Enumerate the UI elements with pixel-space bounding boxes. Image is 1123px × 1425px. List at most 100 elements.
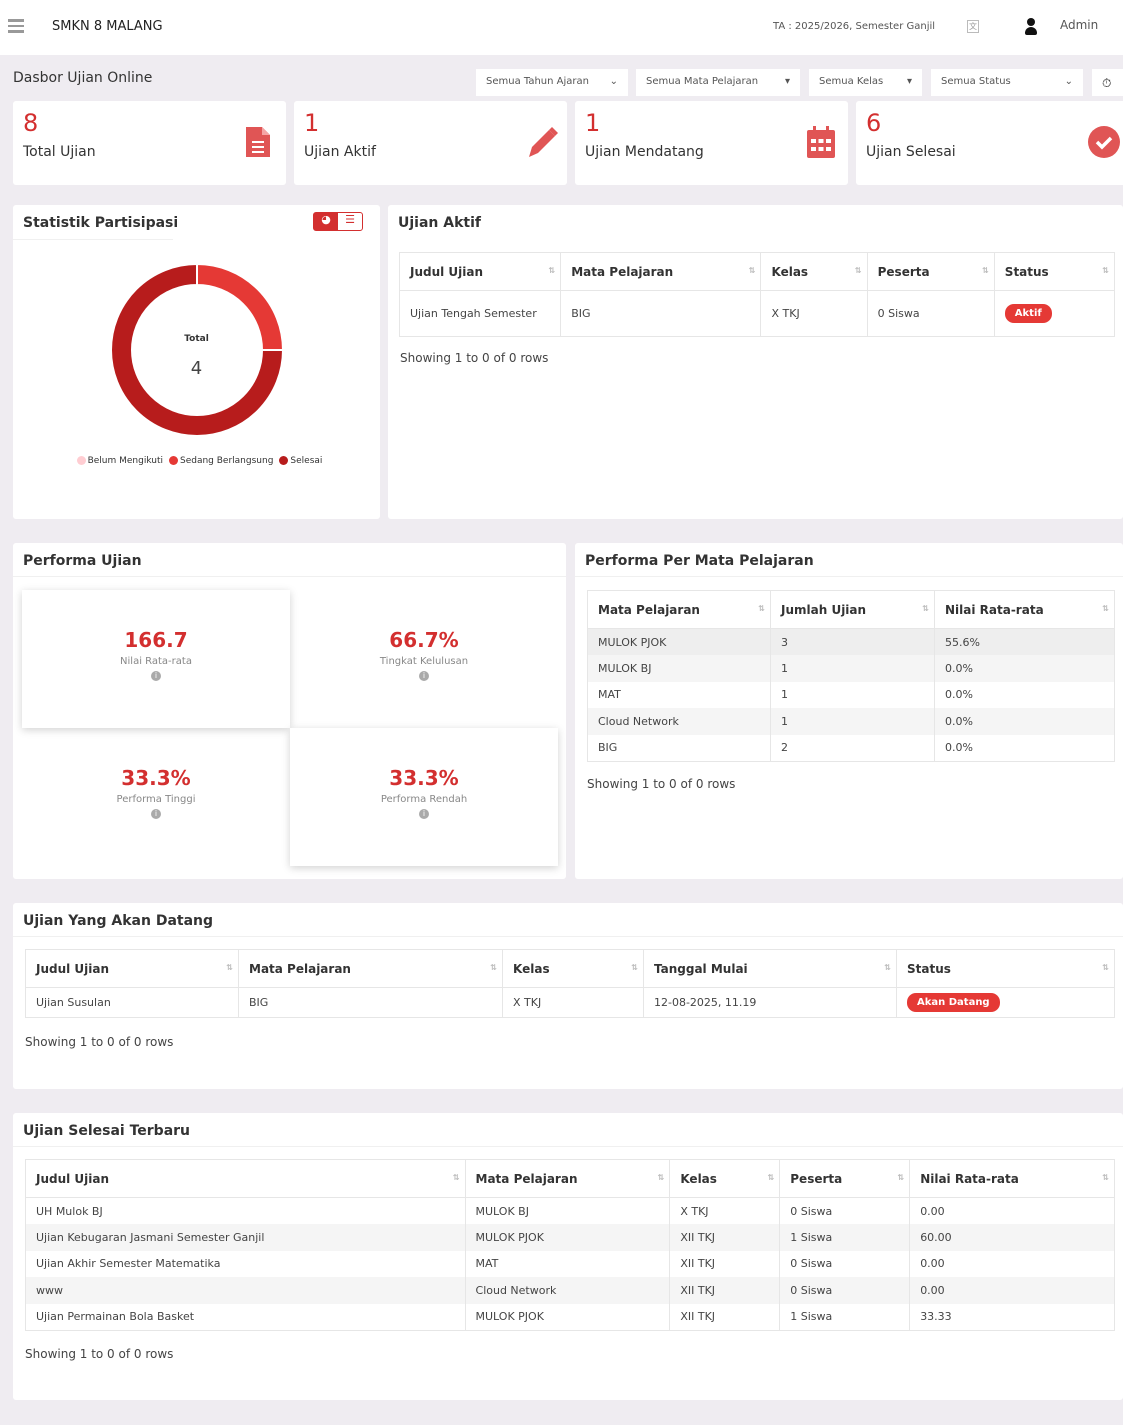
filter-status[interactable]: Semua Status ⌄ [931, 69, 1083, 96]
legend-swatch [76, 456, 86, 465]
participation-card: Statistik Partisipasi ◕ ☰ Total 4 Belum … [13, 205, 380, 519]
column-header[interactable]: Mata Pelajaran [560, 252, 762, 291]
legend-item[interactable]: Selesai [273, 456, 322, 466]
top-navbar: SMKN 8 MALANG TA : 2025/2026, Semester G… [0, 0, 1123, 55]
column-header[interactable]: Mata Pelajaran [587, 590, 771, 629]
column-header[interactable]: Status [896, 949, 1115, 988]
card-title: Performa Per Mata Pelajaran [585, 553, 814, 569]
column-header[interactable]: Kelas [760, 252, 868, 291]
pagination-info: Showing 1 to 0 of 0 rows [25, 1347, 174, 1361]
bar-chart-button[interactable]: ☰ [338, 213, 362, 230]
divider [13, 239, 173, 240]
stat-card-ujian-mendatang: 1 Ujian Mendatang [575, 101, 848, 185]
filter-mata-pelajaran[interactable]: Semua Mata Pelajaran ▾ [636, 69, 800, 96]
table-row: BIG 2 0.0% [587, 734, 1115, 761]
column-header[interactable]: Judul Ujian [25, 949, 239, 988]
timer-button[interactable]: ⏱ [1092, 69, 1123, 96]
table-cell: MAT [587, 681, 771, 708]
column-header[interactable]: Nilai Rata-rata [934, 590, 1115, 629]
card-title: Ujian Yang Akan Datang [23, 913, 214, 929]
caret-down-icon: ▾ [906, 76, 912, 87]
legend-label: Sedang Berlangsung [180, 456, 274, 466]
table-header-row: Judul UjianMata PelajaranKelasPesertaSta… [399, 252, 1116, 291]
performance-metric: 33.3% Performa Tinggi i [22, 728, 290, 866]
donut-center-label: Total [184, 334, 209, 344]
table-cell: Ujian Kebugaran Jasmani Semester Ganjil [25, 1224, 466, 1251]
user-icon[interactable] [1025, 18, 1037, 36]
translate-icon[interactable]: 文 [967, 20, 979, 33]
active-exams-card: Ujian Aktif Judul UjianMata PelajaranKel… [388, 205, 1123, 519]
column-header[interactable]: Nilai Rata-rata [909, 1159, 1115, 1198]
table-cell: 55.6% [934, 628, 1115, 655]
legend-swatch [169, 456, 178, 465]
legend-item[interactable]: Belum Mengikuti [71, 456, 163, 466]
table-row: www Cloud Network XII TKJ 0 Siswa 0.00 [25, 1277, 1115, 1304]
table-cell: 1 [770, 655, 935, 682]
card-title: Ujian Selesai Terbaru [23, 1123, 191, 1139]
table-cell: MULOK BJ [465, 1197, 671, 1224]
column-header[interactable]: Jumlah Ujian [770, 590, 935, 629]
table-cell: Aktif [994, 290, 1116, 337]
status-badge: Aktif [1004, 304, 1052, 323]
table-row: Ujian Permainan Bola Basket MULOK PJOK XII… [25, 1303, 1115, 1330]
table-cell: MULOK PJOK [587, 628, 771, 655]
table-row: Ujian Akhir Semester Matematika MAT XII TK… [25, 1250, 1115, 1277]
table-cell: Cloud Network [587, 708, 771, 735]
user-name[interactable]: Admin [1060, 18, 1098, 32]
filter-label: Semua Tahun Ajaran [486, 76, 589, 87]
table-cell: 0.0% [934, 708, 1115, 735]
performance-card: Performa Ujian 166.7 Nilai Rata-rata i 66.7… [13, 543, 566, 879]
table-row: Ujian Tengah Semester BIG X TKJ 0 Siswa Akti… [399, 290, 1116, 337]
column-header[interactable]: Mata Pelajaran [465, 1159, 671, 1198]
column-header[interactable]: Peserta [779, 1159, 911, 1198]
table-cell: 60.00 [909, 1224, 1115, 1251]
check-circle-icon [1087, 125, 1120, 159]
pie-chart-button[interactable]: ◕ [314, 213, 338, 230]
table-cell: 1 Siswa [779, 1303, 911, 1330]
info-icon[interactable]: i [419, 671, 429, 681]
column-header[interactable]: Tanggal Mulai [643, 949, 897, 988]
column-header[interactable]: Kelas [502, 949, 644, 988]
chevron-down-icon: ⌄ [1064, 76, 1073, 87]
table-cell: Ujian Akhir Semester Matematika [25, 1250, 466, 1277]
menu-icon[interactable] [8, 19, 24, 33]
table-cell: 0 Siswa [867, 290, 995, 337]
table-cell: 0.00 [909, 1277, 1115, 1304]
table-cell: www [25, 1277, 466, 1304]
column-header[interactable]: Peserta [867, 252, 995, 291]
stat-card-ujian-selesai: 6 Ujian Selesai [856, 101, 1123, 185]
table-cell: X TKJ [760, 290, 868, 337]
table-cell: 33.33 [909, 1303, 1115, 1330]
stat-label: Total Ujian [23, 144, 96, 160]
metric-value: 166.7 [124, 628, 188, 652]
table-row: Cloud Network 1 0.0% [587, 708, 1115, 735]
column-header[interactable]: Judul Ujian [399, 252, 562, 291]
column-header[interactable]: Kelas [669, 1159, 781, 1198]
table-cell: 0 Siswa [779, 1197, 911, 1224]
filter-kelas[interactable]: Semua Kelas ▾ [809, 69, 922, 96]
table-header-row: Judul UjianMata PelajaranKelasTanggal Mu… [25, 949, 1115, 988]
active-exams-table: Judul UjianMata PelajaranKelasPesertaSta… [399, 252, 1116, 337]
filter-label: Semua Kelas [819, 76, 884, 87]
stat-value: 8 [23, 109, 39, 137]
card-title: Performa Ujian [23, 553, 142, 569]
chevron-down-icon: ⌄ [609, 76, 618, 87]
column-header[interactable]: Mata Pelajaran [238, 949, 503, 988]
legend-item[interactable]: Sedang Berlangsung [163, 456, 273, 466]
legend-swatch [279, 456, 289, 465]
column-header[interactable]: Status [994, 252, 1116, 291]
metric-value: 33.3% [389, 766, 459, 790]
table-cell: 0.00 [909, 1250, 1115, 1277]
info-icon[interactable]: i [151, 809, 161, 819]
table-cell: Akan Datang [896, 987, 1115, 1018]
metric-value: 66.7% [389, 628, 459, 652]
table-cell: 0.0% [934, 734, 1115, 761]
info-icon[interactable]: i [151, 671, 161, 681]
table-cell: MULOK BJ [587, 655, 771, 682]
table-cell: XII TKJ [669, 1277, 781, 1304]
filter-tahun-ajaran[interactable]: Semua Tahun Ajaran ⌄ [476, 69, 628, 96]
stat-label: Ujian Mendatang [585, 144, 704, 160]
info-icon[interactable]: i [419, 809, 429, 819]
filter-label: Semua Status [941, 76, 1011, 87]
column-header[interactable]: Judul Ujian [25, 1159, 466, 1198]
